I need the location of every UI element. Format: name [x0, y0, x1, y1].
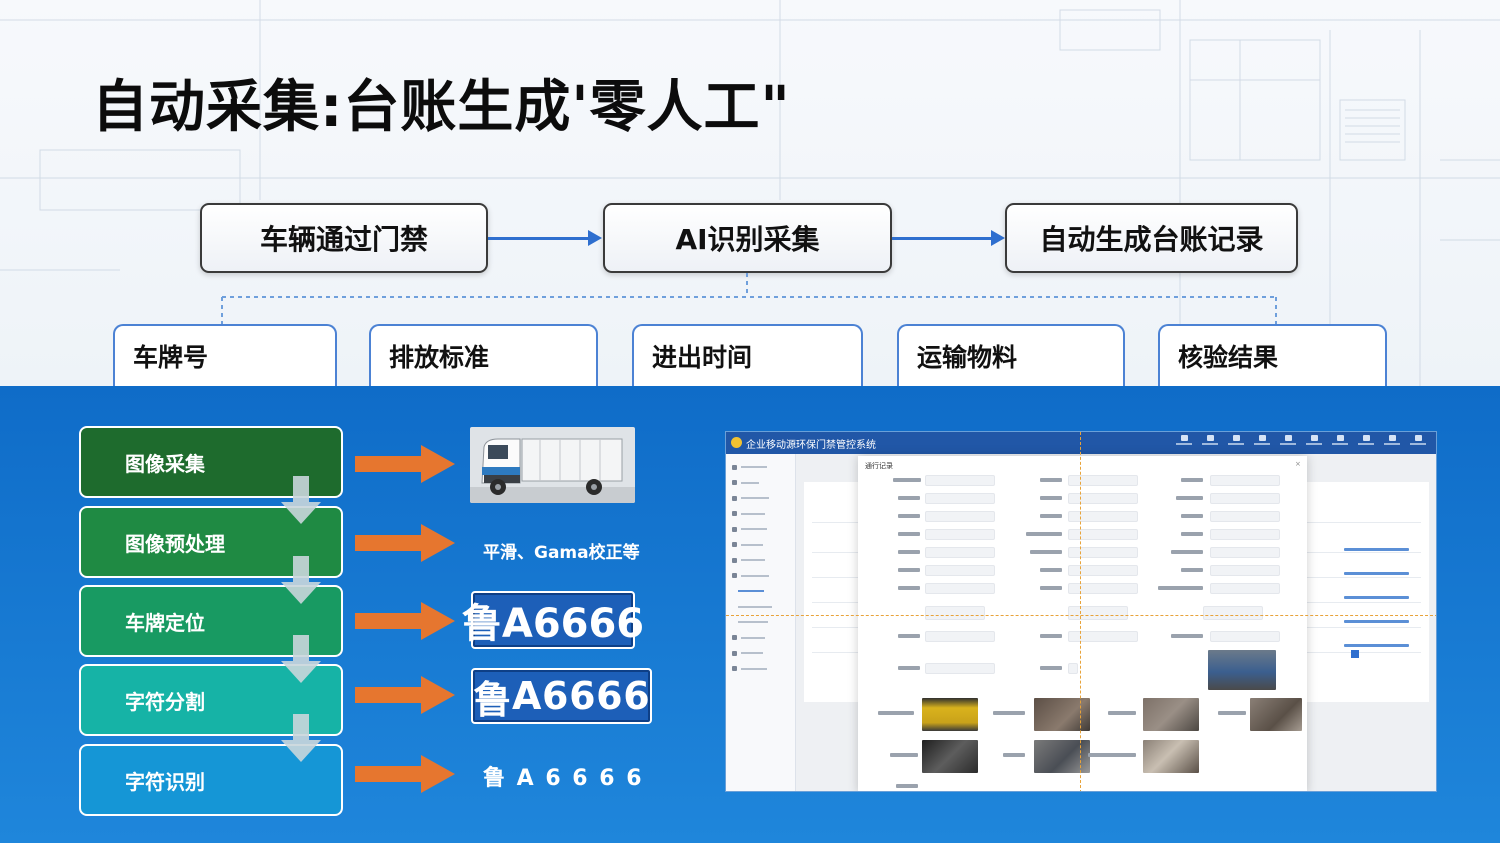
- sidebar-item[interactable]: [732, 662, 789, 678]
- truck-icon: [470, 438, 635, 503]
- sidebar-item[interactable]: [732, 646, 789, 662]
- right-arrow-icon: [355, 602, 455, 640]
- field-emission-standard: 排放标准: [369, 324, 598, 386]
- down-arrow-icon: [281, 556, 321, 604]
- plate-photo[interactable]: [922, 698, 978, 731]
- plate-char: 6: [569, 674, 596, 718]
- sidebar-item[interactable]: [732, 569, 789, 585]
- sidebar-item[interactable]: [732, 538, 789, 554]
- sidebar-item[interactable]: [732, 460, 789, 476]
- pagination-current[interactable]: [1351, 650, 1359, 658]
- field-transport-material: 运输物料: [897, 324, 1125, 386]
- right-arrow-icon: [355, 524, 455, 562]
- full-vehicle-photo[interactable]: [1034, 740, 1090, 773]
- app-logo-icon: [731, 437, 742, 448]
- record-detail-modal: 通行记录 ×: [858, 456, 1307, 791]
- nav-menu-icon[interactable]: [1356, 435, 1376, 450]
- env-label-photo[interactable]: [1143, 740, 1199, 773]
- nav-menu-icon[interactable]: [1382, 435, 1402, 450]
- plate-char: 6: [542, 674, 569, 718]
- nav-menu-icon[interactable]: [1278, 435, 1298, 450]
- nav-menu-icon[interactable]: [1304, 435, 1324, 450]
- nav-menu-icon[interactable]: [1408, 435, 1428, 450]
- nav-menu-icon[interactable]: [1252, 435, 1272, 450]
- close-icon[interactable]: ×: [1295, 460, 1301, 468]
- sidebar-item[interactable]: [732, 507, 789, 523]
- sidebar-item[interactable]: [732, 631, 789, 647]
- app-nav-icons: [1174, 435, 1428, 450]
- sidebar-item[interactable]: [732, 522, 789, 538]
- preprocess-note: 平滑、Gama校正等: [483, 543, 640, 563]
- plate-char: 鲁: [473, 677, 512, 722]
- field-plate-number: 车牌号: [113, 324, 337, 386]
- sidebar-item[interactable]: [732, 615, 789, 631]
- field-verification-result: 核验结果: [1158, 324, 1387, 386]
- located-plate-text: 鲁A6666: [461, 601, 645, 647]
- plate-char: A: [511, 674, 542, 718]
- app-header: 企业移动源环保门禁管控系统: [726, 432, 1436, 454]
- recognized-plate-text: 鲁 A 6 6 6 6: [483, 766, 644, 791]
- segmented-plate: 鲁 A 6 6 6 6: [471, 668, 652, 724]
- plate-char: 6: [623, 674, 650, 718]
- sidebar-item[interactable]: [732, 600, 789, 616]
- header-section: 自动采集:台账生成'零人工" 车辆通过门禁 AI识别采集 自动生成台账记录 车牌…: [0, 0, 1500, 386]
- system-screenshot: 企业移动源环保门禁管控系统 通行记录 ×: [725, 431, 1437, 792]
- sidebar-item[interactable]: [732, 491, 789, 507]
- right-arrow-icon: [355, 755, 455, 793]
- located-plate: 鲁A6666: [462, 591, 644, 649]
- pass-photo[interactable]: [1143, 698, 1199, 731]
- field-entry-exit-time: 进出时间: [632, 324, 863, 386]
- nav-menu-icon[interactable]: [1174, 435, 1194, 450]
- down-arrow-icon: [281, 476, 321, 524]
- pass-photo-2[interactable]: [1250, 698, 1302, 731]
- down-arrow-icon: [281, 635, 321, 683]
- sidebar-item[interactable]: [732, 553, 789, 569]
- vehicle-photo[interactable]: [1208, 650, 1276, 690]
- app-system-title: 企业移动源环保门禁管控系统: [746, 439, 876, 451]
- nav-menu-icon[interactable]: [1200, 435, 1220, 450]
- app-sidebar: [726, 454, 796, 791]
- device-photo[interactable]: [1034, 698, 1090, 731]
- right-arrow-icon: [355, 676, 455, 714]
- plate-char: 6: [596, 674, 623, 718]
- truck-photo: [470, 427, 635, 503]
- sidebar-item[interactable]: [732, 584, 789, 600]
- engine-plate-photo[interactable]: [922, 740, 978, 773]
- right-arrow-icon: [355, 445, 455, 483]
- nav-menu-icon[interactable]: [1330, 435, 1350, 450]
- nav-menu-icon[interactable]: [1226, 435, 1246, 450]
- down-arrow-icon: [281, 714, 321, 762]
- modal-title: 通行记录: [865, 462, 893, 470]
- sidebar-item[interactable]: [732, 476, 789, 492]
